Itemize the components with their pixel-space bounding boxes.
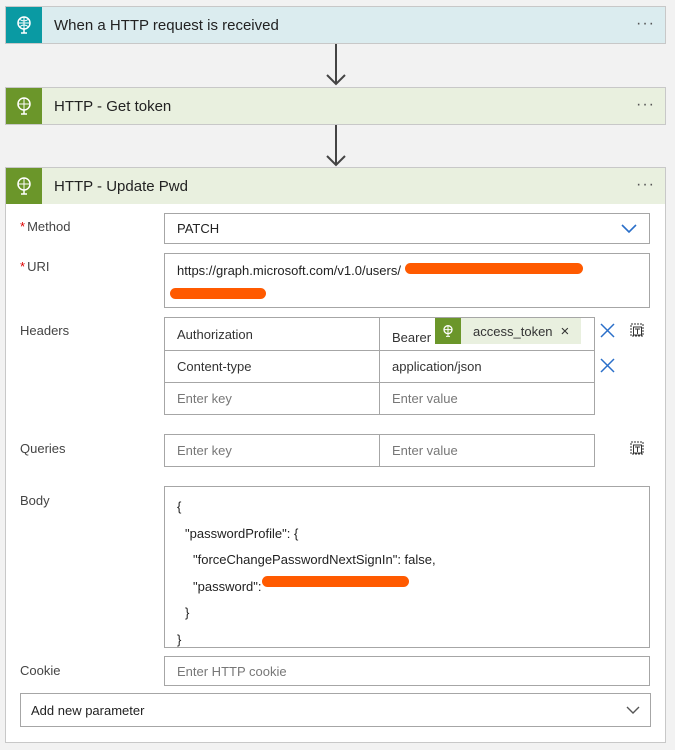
header-value-input[interactable]: application/json [379, 350, 595, 383]
switch-to-text-mode-icon[interactable] [628, 439, 644, 455]
arrow-down-icon [326, 44, 346, 86]
http-globe-icon [6, 168, 42, 204]
body-line: { [177, 499, 182, 514]
card-title: HTTP - Get token [54, 97, 172, 115]
token-label: access_token [473, 323, 553, 339]
redaction [405, 263, 583, 274]
body-input[interactable]: { "passwordProfile": { "forceChangePassw… [164, 486, 650, 648]
http-request-globe-icon [6, 7, 42, 43]
header-key-input[interactable]: Enter key [164, 382, 380, 415]
body-line: } [177, 631, 182, 647]
delete-header-close-icon[interactable] [600, 358, 615, 373]
chevron-down-icon [621, 223, 637, 233]
add-new-parameter-select[interactable]: Add new parameter [20, 693, 651, 727]
method-label: * Method [20, 219, 71, 234]
switch-to-text-mode-icon[interactable] [628, 321, 644, 337]
query-value-input[interactable]: Enter value [379, 434, 595, 467]
header-key-input[interactable]: Content-type [164, 350, 380, 383]
body-label: Body [20, 493, 50, 508]
uri-value: https://graph.microsoft.com/v1.0/users/ [177, 263, 401, 278]
redaction [262, 576, 409, 587]
card-title: When a HTTP request is received [54, 16, 279, 34]
uri-input[interactable]: https://graph.microsoft.com/v1.0/users/ [164, 253, 650, 308]
arrow-down-icon [326, 125, 346, 167]
queries-label: Queries [20, 441, 66, 456]
card-title: HTTP - Update Pwd [54, 177, 188, 195]
header-value-input[interactable]: Bearer access_token × [379, 317, 595, 351]
http-globe-icon [435, 318, 462, 344]
add-param-label: Add new parameter [31, 702, 145, 718]
more-options-button[interactable]: ··· [636, 176, 655, 194]
access-token-token[interactable]: access_token × [435, 318, 582, 344]
body-line: } [185, 605, 190, 620]
method-select[interactable]: PATCH [164, 213, 650, 244]
trigger-card[interactable]: When a HTTP request is received ··· [5, 6, 666, 44]
uri-label: * URI [20, 259, 50, 274]
get-token-card[interactable]: HTTP - Get token ··· [5, 87, 666, 125]
delete-header-close-icon[interactable] [600, 323, 615, 338]
cookie-label: Cookie [20, 663, 61, 678]
method-value: PATCH [177, 221, 220, 236]
bearer-text: Bearer [392, 329, 432, 345]
header-key-input[interactable]: Authorization [164, 317, 380, 351]
http-globe-icon [6, 88, 42, 124]
header-value-input[interactable]: Enter value [379, 382, 595, 415]
body-line: "forceChangePasswordNextSignIn": false, [193, 552, 436, 567]
query-key-input[interactable]: Enter key [164, 434, 380, 467]
body-line: "passwordProfile": { [185, 525, 299, 541]
cookie-input[interactable]: Enter HTTP cookie [164, 656, 650, 686]
more-options-button[interactable]: ··· [636, 15, 655, 33]
more-options-button[interactable]: ··· [636, 96, 655, 114]
chevron-down-icon [626, 706, 640, 714]
remove-token-button[interactable]: × [561, 323, 582, 340]
redaction [170, 288, 266, 299]
headers-label: Headers [20, 323, 70, 338]
